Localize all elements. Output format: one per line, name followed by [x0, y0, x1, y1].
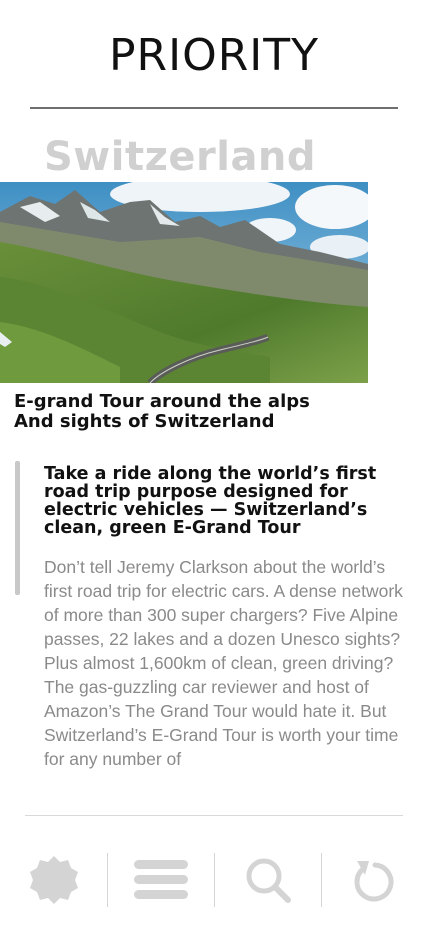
hero-image — [0, 182, 368, 383]
bottom-toolbar — [0, 845, 428, 915]
toolbar-divider — [25, 815, 403, 816]
image-caption: E-grand Tour around the alps And sights … — [14, 392, 414, 432]
quote-bar — [15, 461, 20, 595]
badge-icon — [29, 856, 78, 904]
article-body[interactable]: Don’t tell Jeremy Clarkson about the wor… — [44, 555, 414, 795]
search-button[interactable] — [214, 845, 321, 915]
search-icon — [246, 858, 291, 903]
section-title: Switzerland — [44, 134, 317, 180]
article-lead: Take a ride along the world’s first road… — [44, 464, 377, 538]
refresh-button[interactable] — [321, 845, 428, 915]
caption-line-1: E-grand Tour around the alps — [14, 391, 310, 412]
header-divider — [30, 107, 398, 109]
badge-button[interactable] — [0, 845, 107, 915]
refresh-icon — [354, 861, 393, 902]
menu-button[interactable] — [107, 845, 214, 915]
brand-logo: PRIORITY — [108, 30, 320, 81]
menu-icon — [133, 860, 188, 899]
caption-line-2: And sights of Switzerland — [14, 411, 275, 432]
